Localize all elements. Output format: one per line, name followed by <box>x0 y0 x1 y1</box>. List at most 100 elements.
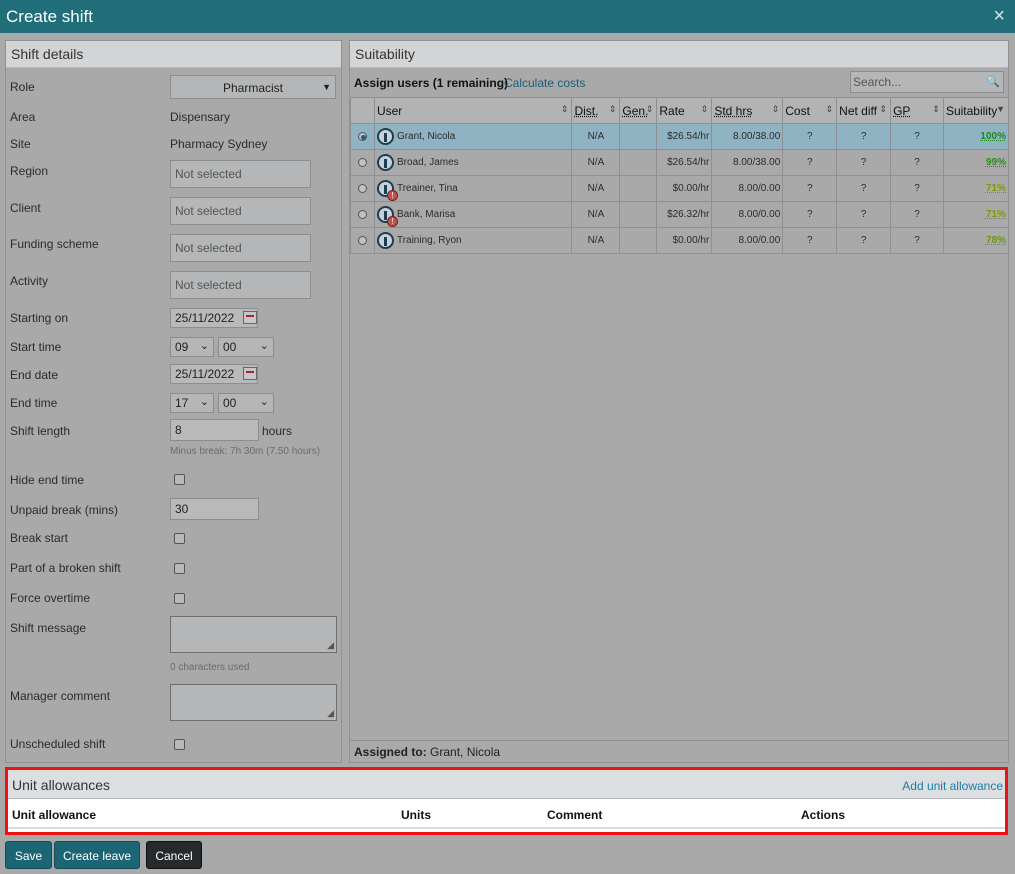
save-button[interactable]: Save <box>5 841 52 869</box>
shift-details-panel: Shift details Role Pharmacist ▼ Area Dis… <box>5 40 342 763</box>
column-header-gp[interactable]: GP ⇕ <box>890 97 944 124</box>
row-radio-cell[interactable] <box>350 149 375 176</box>
add-unit-allowance-link[interactable]: Add unit allowance <box>902 779 1003 793</box>
column-header-actions: Actions <box>801 808 846 822</box>
rate-cell: $26.32/hr <box>656 201 713 228</box>
gen-cell <box>619 201 658 228</box>
calendar-icon[interactable] <box>243 311 257 324</box>
column-header-rate[interactable]: Rate ⇕ <box>656 97 713 124</box>
cost-cell: ? <box>782 149 838 176</box>
user-cell: ! Bank, Marisa <box>373 201 573 228</box>
end-hour-select[interactable]: 17 ⌄ <box>170 393 214 413</box>
hide-end-time-checkbox[interactable] <box>174 474 185 485</box>
row-radio-cell[interactable] <box>350 201 375 228</box>
search-input[interactable]: Search... 🔍 <box>850 71 1004 93</box>
start-hour-select[interactable]: 09 ⌄ <box>170 337 214 357</box>
user-cell: Grant, Nicola <box>373 123 573 150</box>
cost-cell: ? <box>782 123 838 150</box>
row-radio-cell[interactable] <box>350 175 375 202</box>
table-row[interactable]: Broad, James N/A $26.54/hr 8.00/38.00??? 99% <box>350 149 1010 176</box>
select-user-radio[interactable] <box>357 157 367 167</box>
sort-icon: ⇕ <box>932 104 940 114</box>
column-header-unit-allowance: Unit allowance <box>12 808 97 822</box>
broken-shift-checkbox[interactable] <box>174 563 185 574</box>
gp-cell: ? <box>890 201 944 228</box>
sort-icon: ⇕ <box>771 104 780 114</box>
shift-length-unit: hours <box>262 424 293 438</box>
select-user-radio[interactable] <box>357 183 367 193</box>
rate-cell: $26.54/hr <box>656 123 713 150</box>
search-icon[interactable]: 🔍 <box>986 75 1000 88</box>
break-start-label: Break start <box>10 531 69 545</box>
user-info-icon[interactable] <box>376 154 394 171</box>
column-header-cost[interactable]: Cost ⇕ <box>782 97 838 124</box>
dist-cell: N/A <box>571 149 621 176</box>
gen-cell <box>619 149 658 176</box>
user-info-icon[interactable] <box>376 232 394 249</box>
gp-cell: ? <box>890 123 944 150</box>
select-user-radio[interactable] <box>357 131 367 141</box>
break-start-checkbox[interactable] <box>174 533 185 544</box>
create-leave-button[interactable]: Create leave <box>54 841 140 869</box>
activity-field[interactable]: Not selected <box>170 271 311 299</box>
std-hrs-cell: 8.00/0.00 <box>711 175 784 202</box>
suitability-heading: Suitability <box>350 41 1008 68</box>
assigned-to-label: Assigned to: <box>354 745 427 759</box>
resize-grip-icon[interactable]: ◢ <box>327 708 334 719</box>
shift-message-label: Shift message <box>10 621 87 635</box>
close-icon[interactable]: × <box>993 5 1005 28</box>
suitability-cell[interactable]: 71% <box>942 201 1010 228</box>
column-header-std-hrs[interactable]: Std hrs ⇕ <box>711 97 784 124</box>
suitability-cell[interactable]: 100% <box>942 123 1010 150</box>
resize-grip-icon[interactable]: ◢ <box>327 640 334 651</box>
shift-details-heading: Shift details <box>6 41 341 68</box>
select-user-radio[interactable] <box>357 235 367 245</box>
end-minute-select[interactable]: 00 ⌄ <box>218 393 274 413</box>
suitability-cell[interactable]: 99% <box>942 149 1010 176</box>
role-value: Pharmacist <box>222 81 284 95</box>
suitability-cell[interactable]: 78% <box>942 227 1010 254</box>
unit-allowances-section: Unit allowances Add unit allowance Unit … <box>5 767 1008 835</box>
shift-message-textarea[interactable]: ◢ <box>170 616 337 653</box>
force-overtime-checkbox[interactable] <box>174 593 185 604</box>
column-header-suitability[interactable]: Suitability ▼ <box>942 97 1010 124</box>
cancel-button[interactable]: Cancel <box>146 841 202 869</box>
table-row[interactable]: ! Treainer, Tina N/A $0.00/hr 8.00/0.00??? 71… <box>350 175 1010 202</box>
column-header-gen[interactable]: Gen. ⇕ <box>619 97 658 124</box>
region-label: Region <box>10 164 49 178</box>
unscheduled-shift-checkbox[interactable] <box>174 739 185 750</box>
activity-label: Activity <box>10 274 49 288</box>
warning-icon: ! <box>386 216 398 227</box>
table-row[interactable]: Grant, Nicola N/A $26.54/hr 8.00/38.00??? 10… <box>350 123 1010 150</box>
column-header-comment: Comment <box>547 808 603 822</box>
user-name: Broad, James <box>396 157 459 169</box>
dist-cell: N/A <box>571 175 621 202</box>
select-user-radio[interactable] <box>357 209 367 219</box>
gen-cell <box>619 123 658 150</box>
calendar-icon[interactable] <box>243 367 257 380</box>
table-row[interactable]: Training, Ryon N/A $0.00/hr 8.00/0.00??? 78% <box>350 227 1010 254</box>
user-info-icon[interactable]: ! <box>376 206 398 227</box>
column-header-net-diff[interactable]: Net diff ⇕ <box>836 97 892 124</box>
suitability-cell[interactable]: 71% <box>942 175 1010 202</box>
shift-length-input[interactable]: 8 <box>170 419 259 441</box>
row-radio-cell[interactable] <box>350 123 375 150</box>
chevron-down-icon: ⌄ <box>199 396 209 408</box>
user-info-icon[interactable] <box>376 128 394 145</box>
start-minute-value: 00 <box>223 340 237 354</box>
manager-comment-textarea[interactable]: ◢ <box>170 684 337 721</box>
net-diff-cell: ? <box>836 175 892 202</box>
table-row[interactable]: ! Bank, Marisa N/A $26.32/hr 8.00/0.00??? 71% <box>350 201 1010 228</box>
unpaid-break-input[interactable]: 30 <box>170 498 259 520</box>
user-info-icon[interactable]: ! <box>376 180 398 201</box>
end-date-label: End date <box>10 368 59 382</box>
client-field[interactable]: Not selected <box>170 197 311 225</box>
role-select[interactable]: Pharmacist ▼ <box>170 75 336 99</box>
column-header-dist[interactable]: Dist. ⇕ <box>571 97 621 124</box>
row-radio-cell[interactable] <box>350 227 375 254</box>
column-header-user[interactable]: User ⇕ <box>373 97 573 124</box>
calculate-costs-link[interactable]: Calculate costs <box>504 76 585 90</box>
region-field[interactable]: Not selected <box>170 160 311 188</box>
funding-scheme-field[interactable]: Not selected <box>170 234 311 262</box>
start-minute-select[interactable]: 00 ⌄ <box>218 337 274 357</box>
